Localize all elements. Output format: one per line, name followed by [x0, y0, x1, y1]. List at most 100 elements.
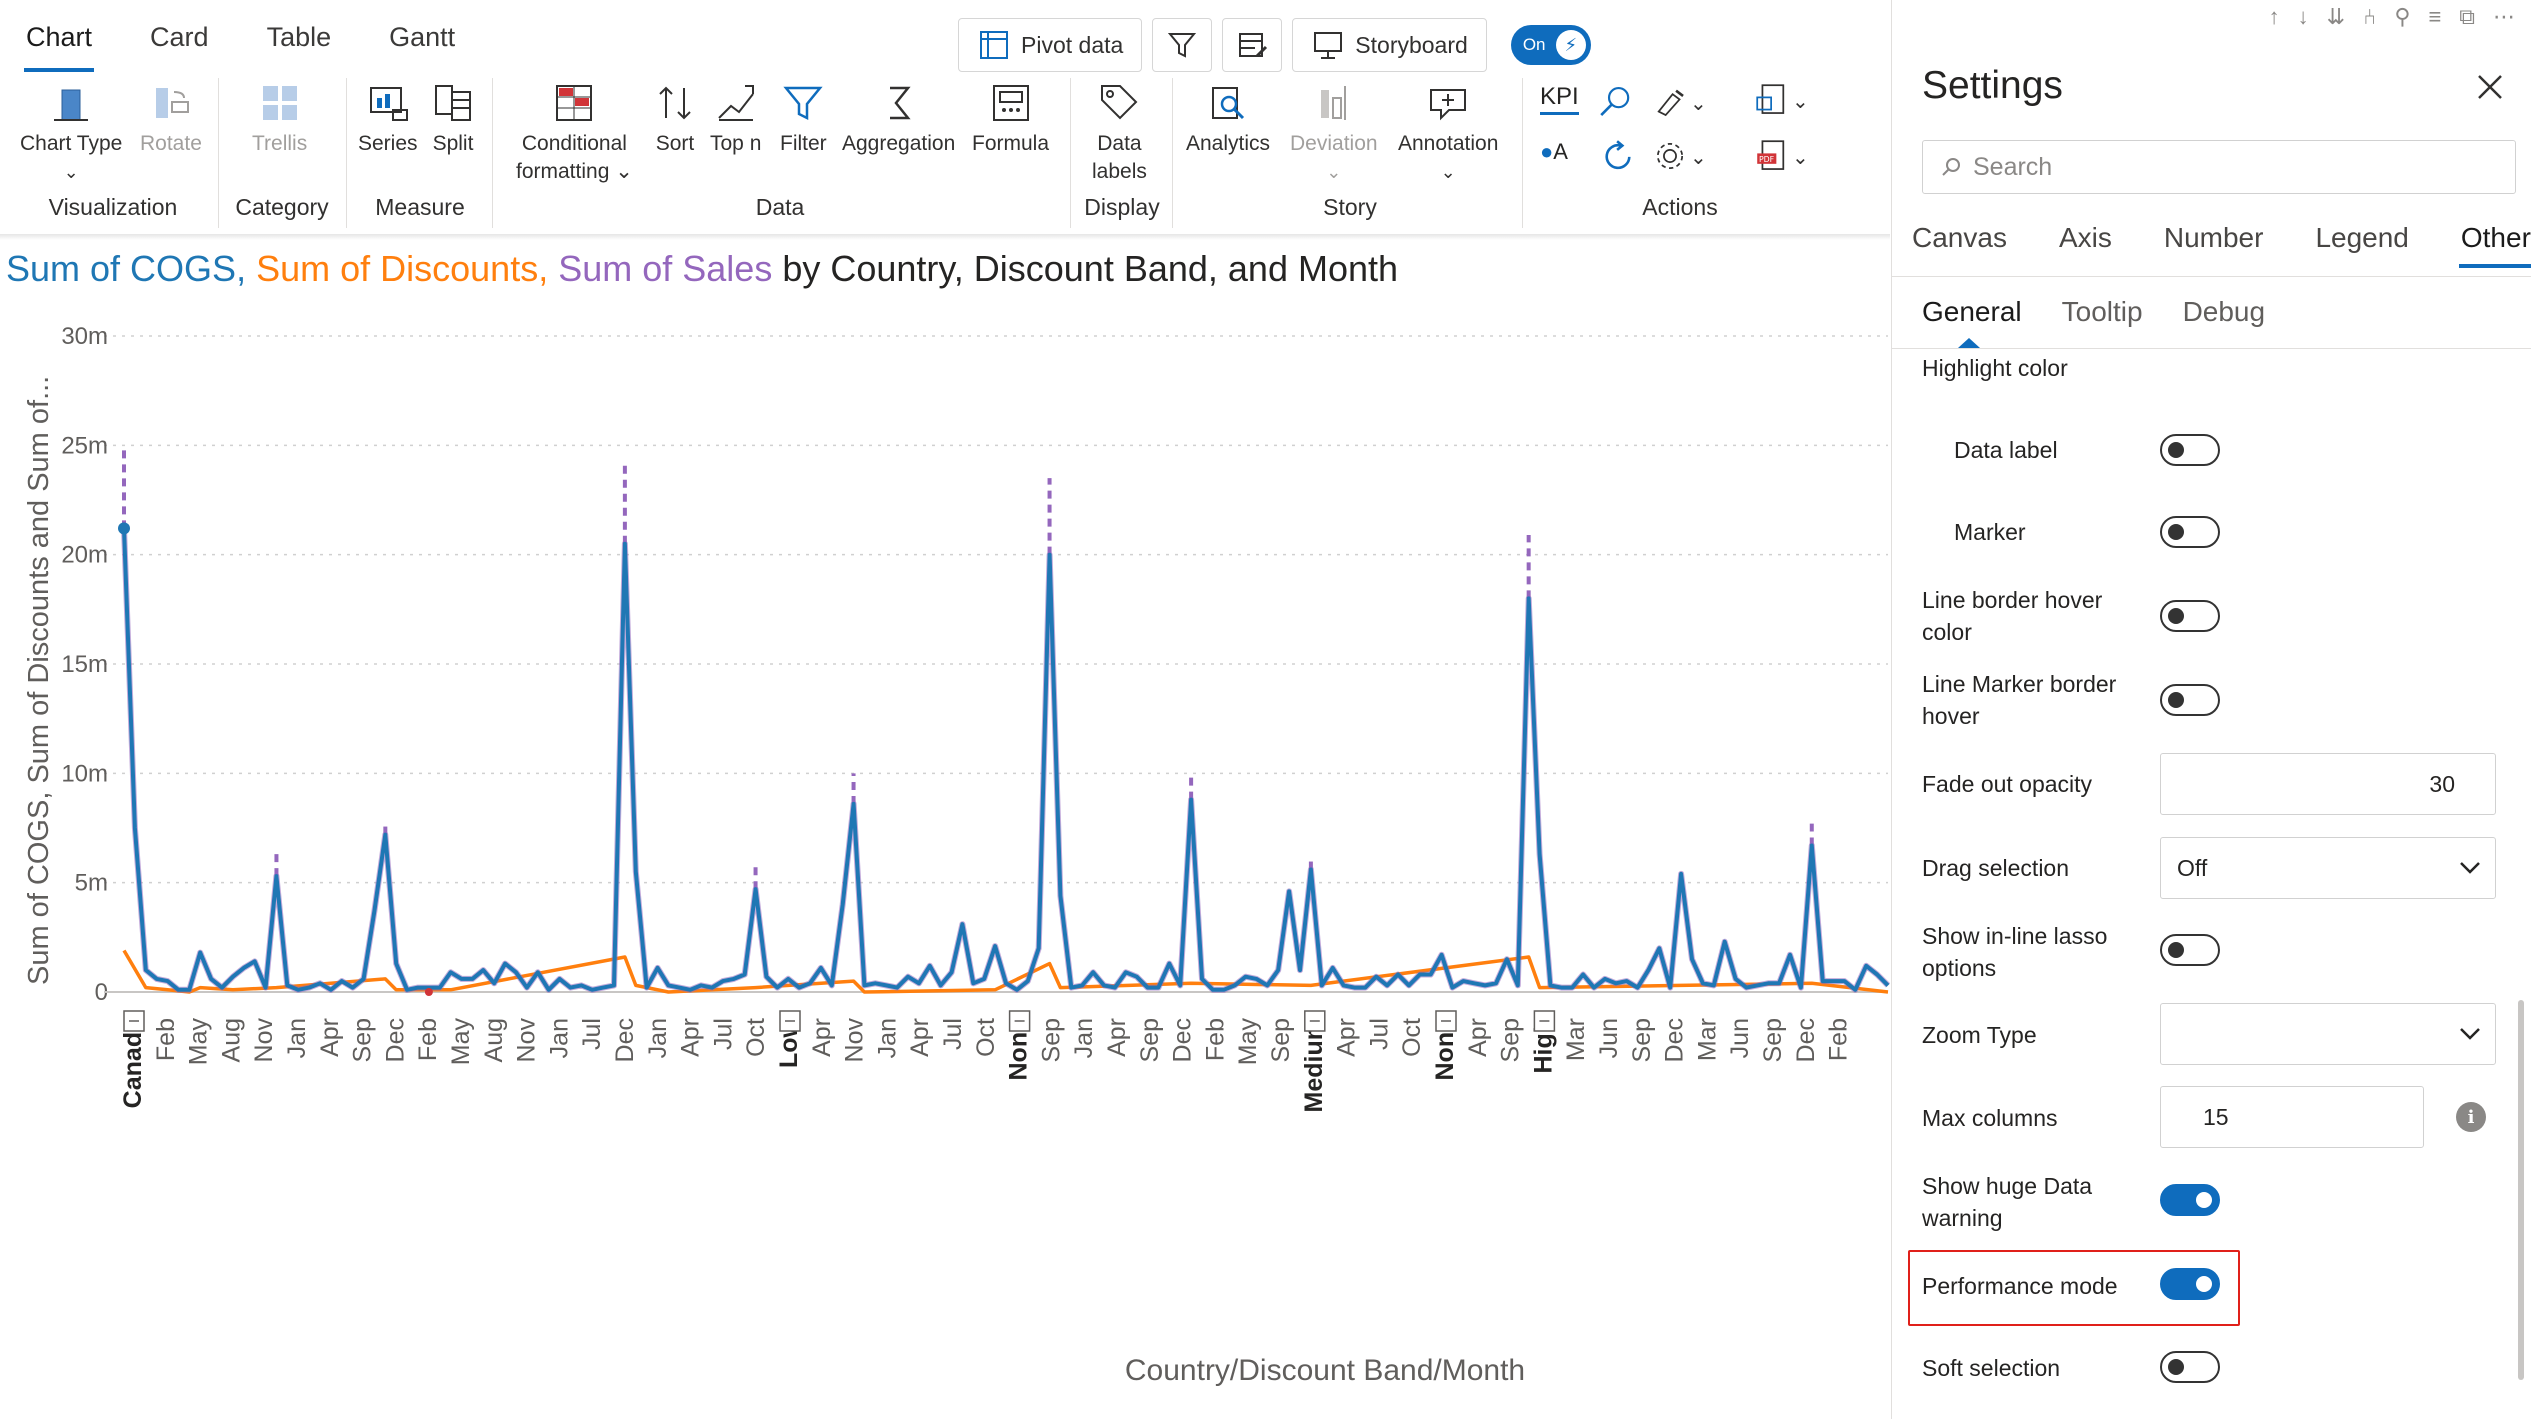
formula-button[interactable]: Formula — [972, 80, 1049, 158]
subtab-debug[interactable]: Debug — [2183, 296, 2266, 328]
refresh-button[interactable] — [1598, 136, 1638, 180]
line-border-hover-toggle[interactable] — [2160, 600, 2220, 632]
chart-title: Sum of COGS, Sum of Discounts, Sum of Sa… — [6, 248, 1398, 290]
tab-number[interactable]: Number — [2164, 222, 2264, 264]
more-icon[interactable]: ⋯ — [2493, 4, 2515, 30]
settings-search-input[interactable]: Search — [1922, 140, 2516, 194]
pivot-data-button[interactable]: Pivot data — [958, 18, 1143, 72]
search-icon — [1942, 158, 1960, 176]
aggregation-button[interactable]: Aggregation — [842, 80, 955, 158]
chevron-down-icon: ⌄ — [1792, 91, 1809, 113]
filter-icon[interactable]: ≡ — [2428, 4, 2441, 30]
export-pdf-button[interactable]: PDF ⌄ — [1752, 136, 1809, 180]
x-tick-label: Apr — [1464, 1018, 1492, 1057]
trellis-button[interactable]: Trellis — [252, 80, 307, 158]
fade-out-input[interactable]: 30 — [2160, 753, 2496, 815]
edit-table-button[interactable] — [1222, 18, 1283, 72]
series-button[interactable]: Series — [358, 80, 418, 158]
x-tick-label: Apr — [677, 1018, 705, 1057]
tab-canvas[interactable]: Canvas — [1912, 222, 2007, 264]
y-tick-label: 10m — [61, 760, 108, 787]
hierarchy-icon[interactable]: ⑃ — [2363, 4, 2376, 30]
search-placeholder: Search — [1973, 152, 2053, 181]
tab-chart[interactable]: Chart — [24, 18, 95, 72]
filter-button[interactable]: Filter — [780, 80, 827, 158]
sort-label: Sort — [655, 132, 695, 155]
subtab-tooltip[interactable]: Tooltip — [2062, 296, 2143, 328]
paint-format-button[interactable]: ⌄ — [1650, 82, 1707, 126]
group-actions: Actions — [1642, 194, 1718, 220]
close-icon[interactable] — [2475, 72, 2505, 102]
conditional-label-text: formatting — [516, 160, 610, 183]
chevron-down-icon: ⌄ — [1792, 147, 1809, 169]
storyboard-button[interactable]: Storyboard — [1292, 18, 1487, 72]
color-by-button[interactable]: ●A — [1540, 138, 1568, 166]
filter-icon — [783, 86, 823, 121]
tab-table[interactable]: Table — [265, 18, 334, 66]
tab-axis[interactable]: Axis — [2059, 222, 2112, 264]
tab-others[interactable]: Others — [2458, 222, 2531, 268]
line-marker-border-toggle[interactable] — [2160, 684, 2220, 716]
marker-toggle[interactable] — [2160, 516, 2220, 548]
arrow-down-icon[interactable]: ↓ — [2298, 4, 2309, 30]
tab-card[interactable]: Card — [148, 18, 211, 66]
deviation-button[interactable]: Deviation ⌄ — [1290, 80, 1378, 186]
ribbon: Chart Type ⌄ Rotate Visualization Trelli… — [0, 70, 1890, 236]
chart-type-button[interactable]: Chart Type ⌄ — [20, 80, 122, 186]
split-button[interactable]: Split — [430, 80, 476, 158]
top-n-label: Top n — [710, 132, 762, 155]
x-tick-label: Feb — [152, 1018, 180, 1061]
ribbon-shadow — [0, 234, 1890, 240]
drag-selection-dropdown[interactable]: Off — [2160, 837, 2496, 899]
annotation-icon — [1430, 89, 1467, 121]
ribbon-separator — [1070, 78, 1071, 228]
double-arrow-down-icon[interactable]: ⇊ — [2327, 4, 2345, 30]
x-tick-label: Jan — [644, 1018, 672, 1058]
zoom-type-dropdown[interactable] — [2160, 1003, 2496, 1065]
tab-gantt[interactable]: Gantt — [387, 18, 457, 66]
lasso-options-toggle[interactable] — [2160, 934, 2220, 966]
group-display: Display — [1084, 194, 1160, 220]
kpi-button[interactable]: KPI — [1540, 82, 1579, 115]
huge-data-warning-toggle[interactable] — [2160, 1184, 2220, 1216]
sort-button[interactable]: Sort — [652, 80, 698, 158]
subtab-general[interactable]: General — [1922, 296, 2022, 348]
data-labels-button[interactable]: Data labels — [1092, 80, 1147, 186]
x-tick-label: Apr — [316, 1018, 344, 1057]
x-tick-label: Sep — [349, 1018, 377, 1062]
storyboard-icon — [1314, 32, 1343, 59]
max-columns-value: 15 — [2203, 1103, 2229, 1130]
x-tick-label: Oct — [972, 1018, 1000, 1057]
funnel-settings-button[interactable] — [1152, 18, 1213, 72]
x-tick-label: Jan — [1070, 1018, 1098, 1058]
analytics-button[interactable]: Analytics — [1186, 80, 1270, 158]
series-icon — [369, 87, 408, 121]
info-icon[interactable]: i — [2456, 1102, 2486, 1132]
rotate-button[interactable]: Rotate — [140, 80, 202, 158]
conditional-label-line1: Conditional — [521, 132, 627, 155]
search-chart-button[interactable] — [1596, 82, 1636, 126]
top-n-button[interactable]: Top n — [710, 80, 761, 158]
performance-toggle[interactable]: On ⚡ — [1510, 25, 1591, 65]
ribbon-separator — [1522, 78, 1523, 228]
chart-settings-button[interactable]: ⌄ — [1650, 136, 1707, 180]
line-chart[interactable]: 05m10m15m20m25m30mSum of COGS, Sum of Di… — [0, 300, 1890, 1400]
ribbon-separator — [346, 78, 347, 228]
data-label-toggle[interactable] — [2160, 434, 2220, 466]
group-data: Data — [755, 194, 805, 220]
huge-line1: Show huge Data — [1922, 1173, 2093, 1199]
arrow-up-icon[interactable]: ↑ — [2269, 4, 2280, 30]
max-columns-input[interactable]: 15 — [2160, 1086, 2424, 1148]
focus-mode-icon[interactable]: ⧉ — [2459, 4, 2475, 30]
export-button[interactable]: ⌄ — [1752, 80, 1809, 124]
performance-mode-toggle[interactable] — [2160, 1268, 2220, 1300]
conditional-formatting-button[interactable]: Conditional formatting ⌄ — [516, 80, 633, 186]
pin-icon[interactable]: ⚲ — [2394, 4, 2410, 30]
soft-selection-toggle[interactable] — [2160, 1351, 2220, 1383]
annotation-button[interactable]: Annotation ⌄ — [1398, 80, 1498, 186]
settings-scrollbar[interactable] — [2518, 1000, 2524, 1380]
data-labels-line1: Data — [1097, 132, 1142, 155]
max-columns-label: Max columns — [1922, 1105, 2058, 1131]
trellis-label: Trellis — [252, 132, 308, 155]
tab-legend[interactable]: Legend — [2315, 222, 2408, 264]
